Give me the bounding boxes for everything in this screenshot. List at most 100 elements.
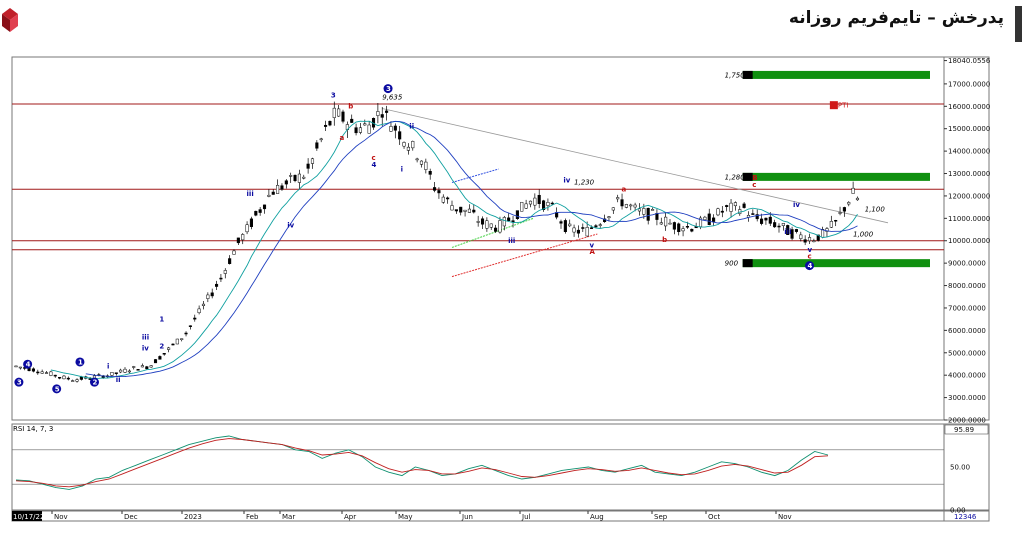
y-tick-label: 3000.0000 (948, 394, 986, 402)
candle-body (44, 372, 49, 374)
candle-body (215, 283, 219, 287)
wave-label: 1 (78, 358, 83, 366)
candle-body (249, 218, 253, 227)
candle-body (633, 204, 637, 208)
candle-body (528, 200, 533, 205)
candle-body (127, 370, 131, 373)
wave-label: iv (142, 345, 149, 353)
y-tick-label: 4000.0000 (948, 372, 986, 380)
y-tick-label: 2000.0000 (948, 417, 986, 425)
candle-body (576, 229, 580, 234)
candle-body (642, 208, 646, 215)
wave-label: 4 (808, 262, 813, 270)
x-tick-label: Apr (344, 513, 356, 521)
candle-body (380, 114, 384, 118)
candle-body (616, 197, 620, 200)
candle-body (842, 207, 846, 212)
wave-label: iv (793, 201, 800, 209)
candle-body (450, 205, 454, 211)
target-box-label: 1,750 (725, 71, 746, 79)
x-tick-label: Oct (708, 513, 720, 521)
candle-body (589, 227, 594, 229)
candle-body (358, 127, 362, 133)
x-tick-label: Sep (654, 513, 668, 521)
wave-label: 2 (92, 379, 97, 387)
candle-body (764, 217, 768, 221)
candle-body (620, 199, 624, 207)
candle-body (18, 366, 22, 369)
x-tick-label: Jul (521, 513, 531, 521)
candle-body (651, 209, 655, 211)
candle-body (293, 174, 297, 181)
candle-body (241, 234, 245, 241)
y-tick-label: 15000.0000 (948, 125, 990, 133)
rsi-current-value: 95.89 (954, 426, 974, 434)
x-tick-label: May (398, 513, 412, 521)
candle-body (467, 208, 471, 213)
wave-label: iii (142, 333, 149, 341)
candle-body (537, 194, 541, 204)
candle-body (167, 347, 171, 350)
x-tick-label: Feb (246, 513, 259, 521)
candle-body (703, 216, 707, 221)
candle-body (153, 359, 158, 364)
candle-body (659, 222, 663, 225)
wave-label: iv (287, 221, 294, 229)
rsi-tick-label: 50.00 (950, 464, 970, 472)
wave-label: 3 (331, 91, 336, 99)
candle-body (515, 210, 519, 220)
candle-body (49, 371, 53, 376)
candle-body (459, 206, 463, 213)
wave-label: ii (116, 376, 121, 384)
candle-body (428, 171, 432, 175)
candle-body (149, 365, 153, 368)
x-tick-label: Dec (124, 513, 138, 521)
wave-label: 5 (55, 385, 60, 393)
candle-body (258, 209, 262, 213)
candle-body (123, 368, 127, 373)
candle-body (707, 213, 711, 226)
y-tick-label: 18040.0556 (948, 57, 991, 65)
x-tick-label: Aug (590, 513, 604, 521)
rsi-plot-area (11, 423, 945, 511)
wave-label: ii (409, 123, 414, 131)
candle-body (119, 369, 123, 373)
price-annotation: 1,000 (853, 230, 874, 238)
candle-body (533, 197, 537, 206)
tag-badge (829, 101, 838, 110)
candle-body (402, 142, 406, 147)
candle-body (611, 207, 615, 211)
candle-body (223, 270, 227, 274)
wave-label: iii (508, 237, 515, 245)
wave-label: 3 (386, 85, 391, 93)
candle-body (62, 375, 66, 380)
candle-body (328, 120, 332, 126)
y-tick-label: 8000.0000 (948, 282, 986, 290)
candle-body (53, 374, 57, 377)
candle-body (66, 377, 70, 380)
candle-body (646, 207, 650, 221)
wave-label: c (752, 181, 756, 189)
candle-body (419, 160, 424, 165)
candle-body (855, 197, 860, 201)
wave-label: iii (784, 228, 791, 236)
x-tick-label: Jun (461, 513, 473, 521)
candle-body (433, 187, 437, 191)
candle-body (751, 213, 755, 215)
x-tick-label: Nov (778, 513, 792, 521)
candle-body (245, 224, 249, 233)
wave-label: iii (247, 190, 254, 198)
time-axis (11, 510, 945, 522)
wave-label: 4 (26, 361, 31, 369)
target-box (742, 259, 930, 268)
candle-body (768, 216, 772, 224)
candle-body (271, 191, 275, 195)
price-annotation: 1,100 (865, 206, 886, 214)
target-box-label: 1,280 (725, 173, 746, 181)
candle-body (75, 379, 79, 382)
candle-body (637, 208, 642, 212)
candle-body (546, 202, 550, 206)
candle-body (337, 108, 341, 117)
candle-body (851, 187, 855, 194)
candle-body (847, 202, 851, 205)
